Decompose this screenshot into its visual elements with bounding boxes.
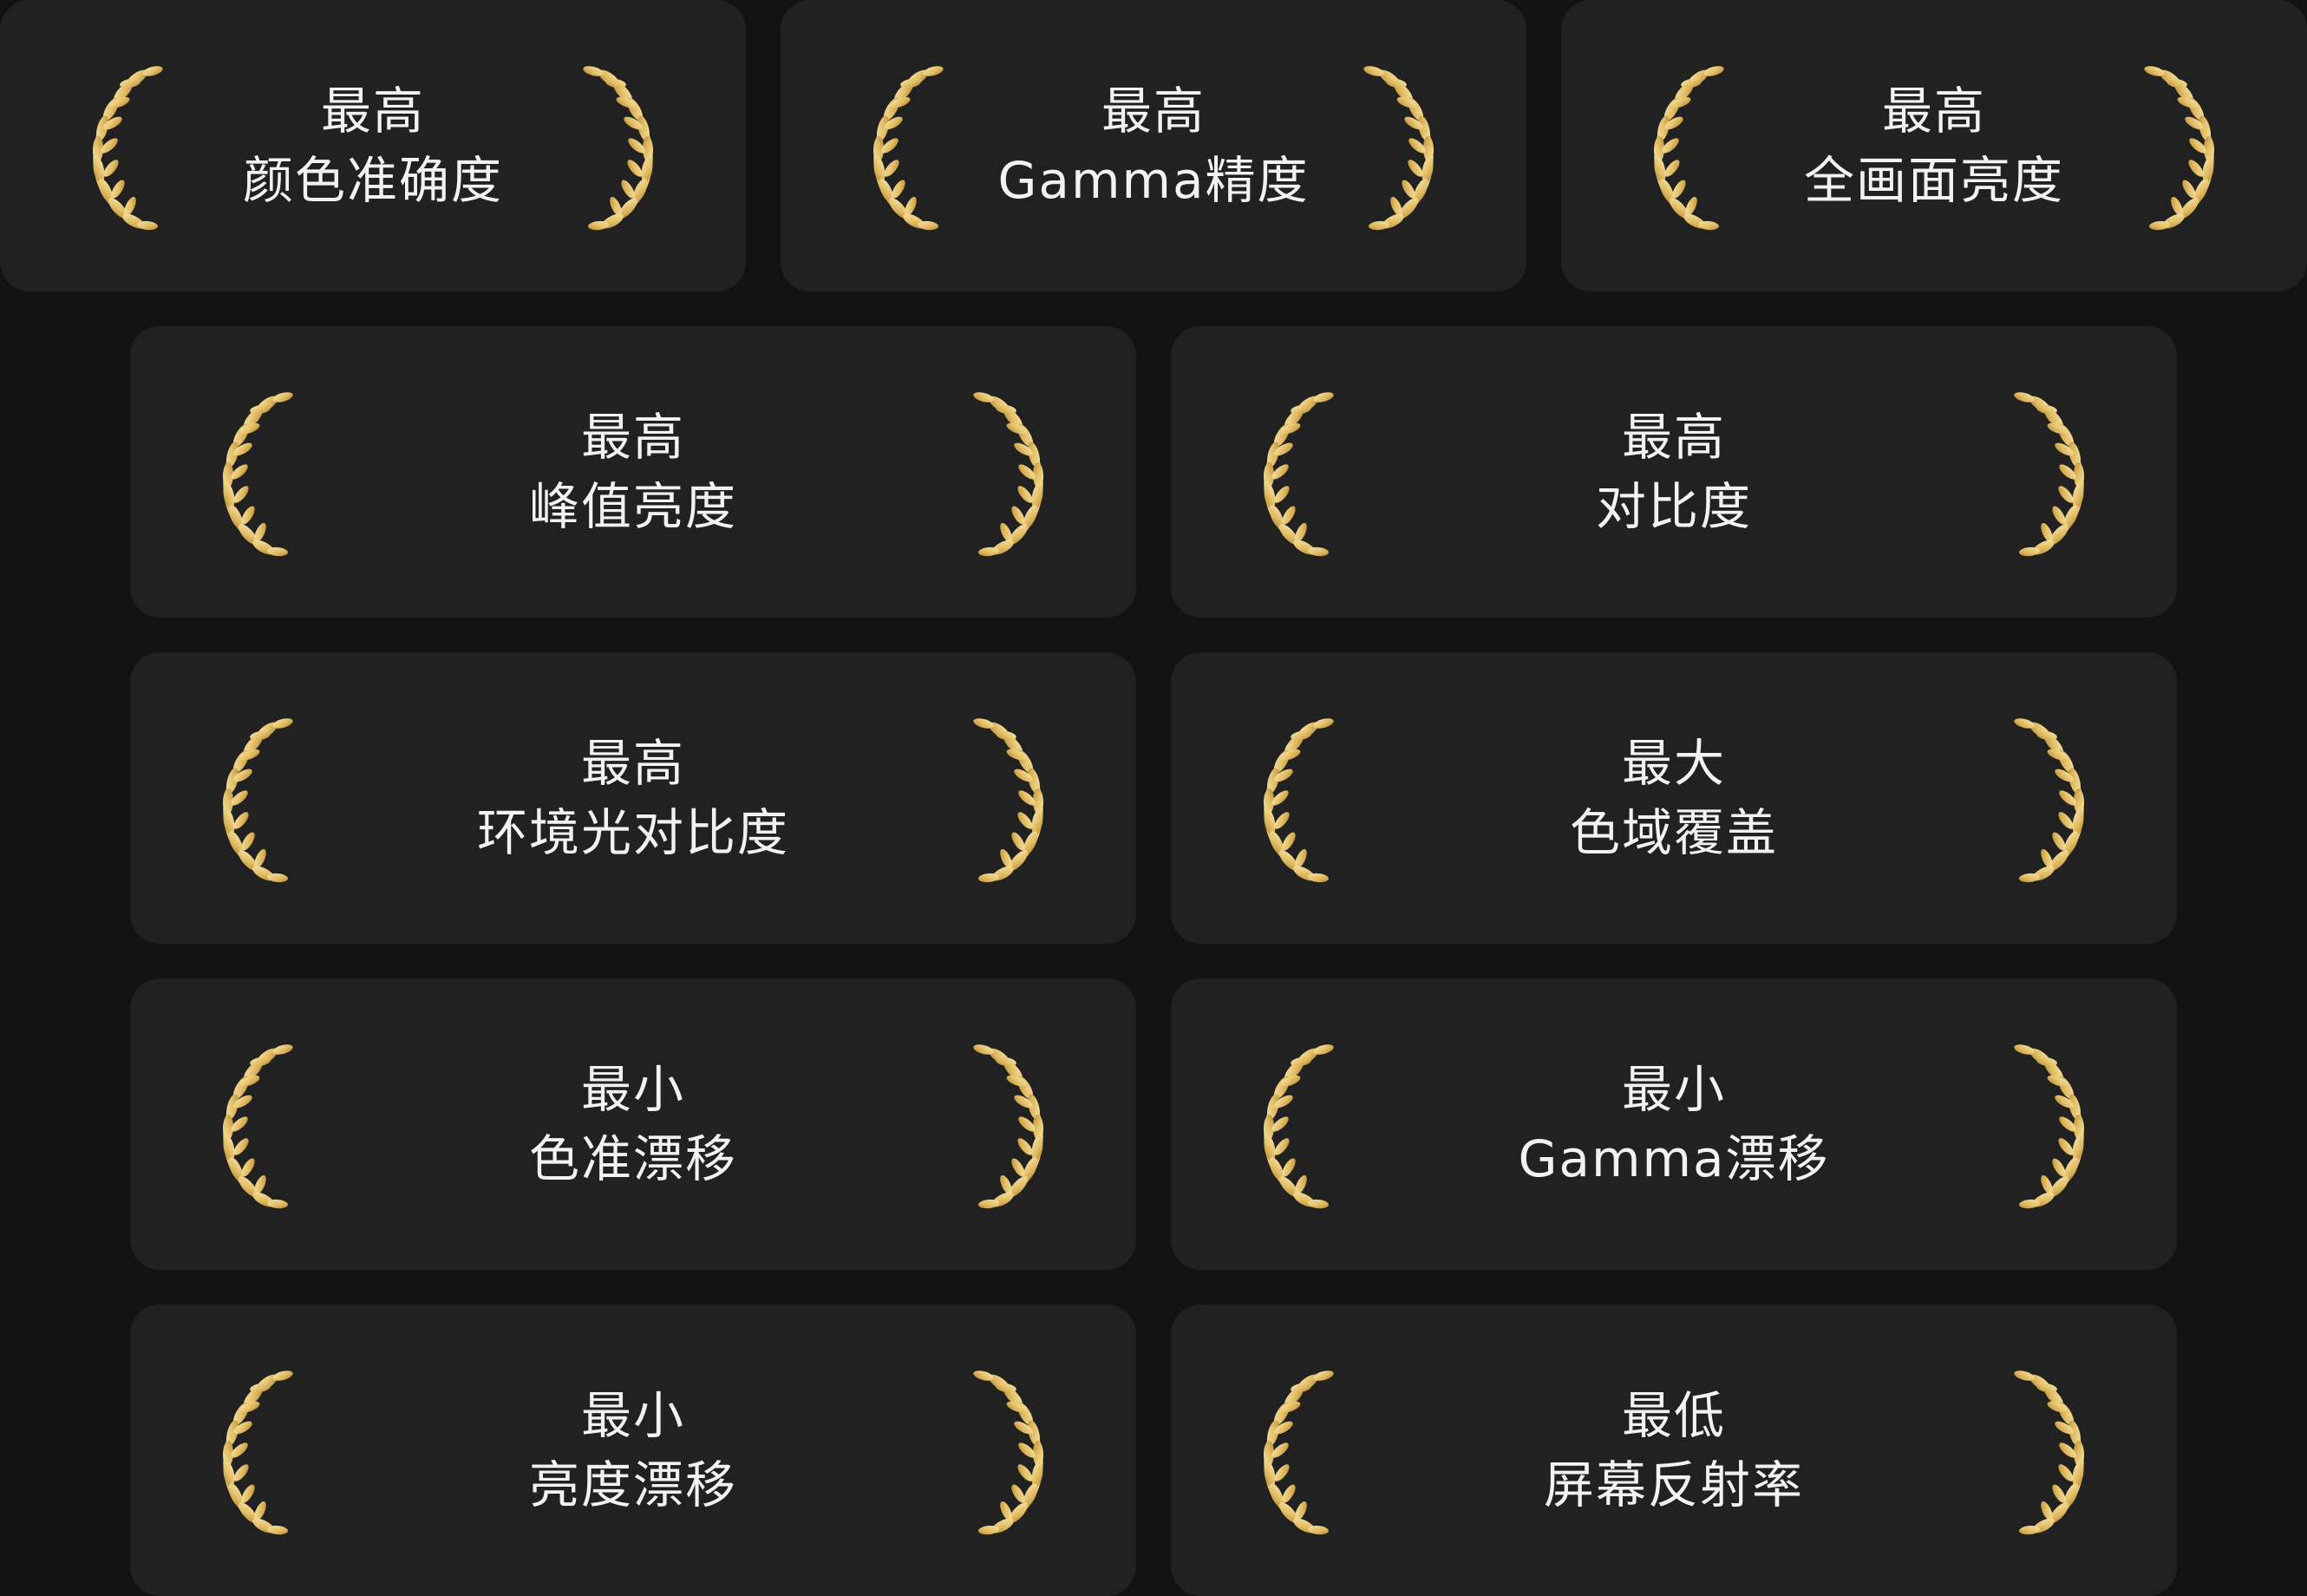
laurel-left-icon [1240, 1364, 1336, 1537]
award-card-brightness-drift: 最小 亮度漂移 [130, 1305, 1136, 1596]
award-card-gamma-drift: 最小 Gamma漂移 [1171, 978, 2177, 1270]
award-metric: 峰值亮度 [528, 477, 737, 536]
laurel-left-icon [199, 1364, 295, 1537]
award-metric: 色域覆盖 [1569, 803, 1778, 862]
award-card-gamma-precision: 最高 Gamma精度 [781, 0, 1526, 291]
laurel-left-icon [850, 59, 945, 232]
award-text: 最小 亮度漂移 [304, 1381, 963, 1520]
award-qualifier: 最高 [1621, 408, 1726, 467]
award-metric: Gamma精度 [997, 151, 1310, 210]
laurel-right-icon [2012, 385, 2108, 559]
laurel-right-icon [581, 59, 676, 232]
laurel-right-icon [971, 1037, 1067, 1211]
award-card-color-drift: 最小 色准漂移 [130, 978, 1136, 1270]
laurel-left-icon [69, 59, 165, 232]
award-text: 最高 颜色准确度 [173, 76, 572, 215]
award-text: 最小 Gamma漂移 [1344, 1055, 2003, 1194]
laurel-left-icon [1631, 59, 1726, 232]
award-qualifier: 最高 [1101, 82, 1206, 141]
laurel-right-icon [971, 711, 1067, 885]
award-card-peak-brightness: 最高 峰值亮度 [130, 326, 1136, 618]
award-metric: Gamma漂移 [1518, 1129, 1830, 1188]
laurel-left-icon [1240, 711, 1336, 885]
laurel-left-icon [1240, 1037, 1336, 1211]
award-qualifier: 最大 [1621, 734, 1726, 793]
award-card-full-screen-brightness: 最高 全画面亮度 [1561, 0, 2307, 291]
award-metric: 屏幕反射率 [1543, 1455, 1804, 1514]
award-metric: 环境光对比度 [476, 803, 789, 862]
award-text: 最高 对比度 [1344, 402, 2003, 541]
award-text: 最大 色域覆盖 [1344, 729, 2003, 867]
award-qualifier: 最小 [580, 1386, 685, 1445]
laurel-left-icon [199, 711, 295, 885]
award-metric: 色准漂移 [528, 1129, 737, 1188]
award-text: 最高 峰值亮度 [304, 402, 963, 541]
laurel-right-icon [2142, 59, 2238, 232]
laurel-left-icon [199, 385, 295, 559]
award-card-contrast: 最高 对比度 [1171, 326, 2177, 618]
award-qualifier: 最高 [580, 408, 685, 467]
award-card-color-accuracy: 最高 颜色准确度 [0, 0, 746, 291]
laurel-right-icon [2012, 711, 2108, 885]
award-metric: 对比度 [1595, 477, 1752, 536]
laurel-left-icon [199, 1037, 295, 1211]
award-text: 最高 Gamma精度 [954, 76, 1353, 215]
award-text: 最低 屏幕反射率 [1344, 1381, 2003, 1520]
award-text: 最高 环境光对比度 [304, 729, 963, 867]
award-metric: 亮度漂移 [528, 1455, 737, 1514]
award-card-gamut-coverage: 最大 色域覆盖 [1171, 652, 2177, 944]
laurel-right-icon [2012, 1364, 2108, 1537]
award-metric: 全画面亮度 [1803, 151, 2064, 210]
award-text: 最小 色准漂移 [304, 1055, 963, 1194]
award-qualifier: 最高 [580, 734, 685, 793]
laurel-right-icon [1362, 59, 1457, 232]
award-card-ambient-contrast: 最高 环境光对比度 [130, 652, 1136, 944]
laurel-left-icon [1240, 385, 1336, 559]
award-qualifier: 最低 [1621, 1386, 1726, 1445]
award-text: 最高 全画面亮度 [1735, 76, 2134, 215]
laurel-right-icon [2012, 1037, 2108, 1211]
award-qualifier: 最小 [580, 1060, 685, 1119]
award-qualifier: 最高 [320, 82, 425, 141]
award-metric: 颜色准确度 [242, 151, 503, 210]
award-card-screen-reflectance: 最低 屏幕反射率 [1171, 1305, 2177, 1596]
award-qualifier: 最高 [1881, 82, 1986, 141]
award-qualifier: 最小 [1621, 1060, 1726, 1119]
laurel-right-icon [971, 1364, 1067, 1537]
laurel-right-icon [971, 385, 1067, 559]
